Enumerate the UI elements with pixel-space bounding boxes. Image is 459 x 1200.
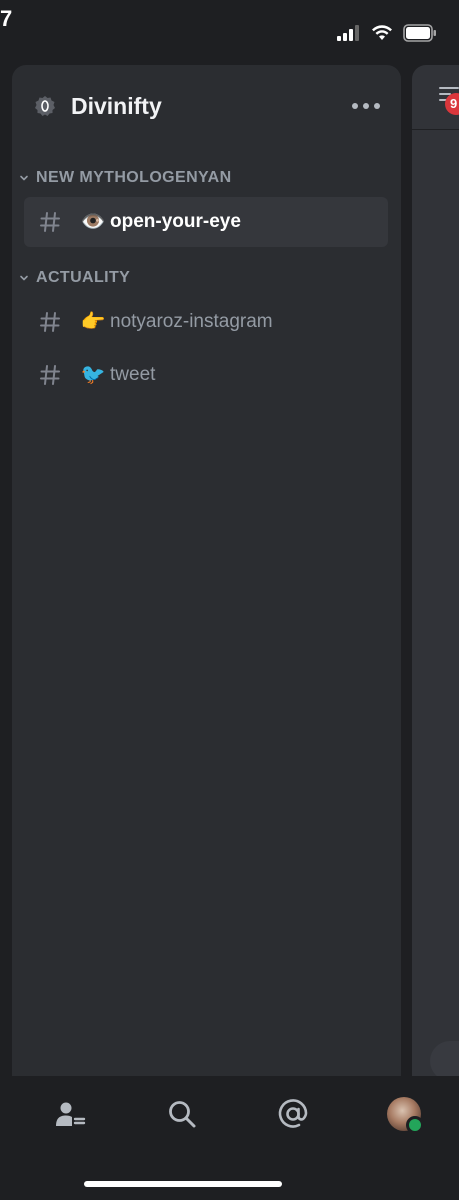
chat-panel-peek[interactable]: 9 <box>412 65 459 1081</box>
channel-notyaroz-instagram[interactable]: 👉 notyaroz-instagram <box>24 297 388 347</box>
text-channel-icon <box>40 212 60 232</box>
notification-badge: 9 <box>445 93 459 115</box>
channel-name: open-your-eye <box>110 211 241 232</box>
eye-emoji-icon: 👁️ <box>80 211 106 233</box>
search-icon <box>169 1101 196 1128</box>
category-label: NEW MYTHOLOGENYAN <box>36 169 232 186</box>
profile-tab[interactable] <box>384 1094 424 1134</box>
cellular-signal-icon <box>337 25 359 41</box>
chevron-down-icon <box>20 175 28 181</box>
chevron-down-icon <box>20 275 28 281</box>
search-tab[interactable] <box>162 1094 202 1134</box>
wifi-icon <box>372 25 392 40</box>
pointing-hand-emoji-icon: 👉 <box>80 311 106 333</box>
bird-emoji-icon: 🐦 <box>80 364 106 386</box>
text-channel-icon <box>40 312 60 332</box>
category-label: ACTUALITY <box>36 269 131 286</box>
battery-icon <box>403 24 436 42</box>
home-indicator[interactable] <box>84 1181 282 1187</box>
channel-tweet[interactable]: 🐦 tweet <box>24 350 388 400</box>
friends-icon <box>56 1102 86 1126</box>
online-status-dot <box>406 1116 424 1134</box>
channel-list-panel: Divinifty NEW MYTHOLOGENYAN 👁️ open-your… <box>12 65 401 1076</box>
mentions-icon <box>278 1099 308 1128</box>
mentions-tab[interactable] <box>273 1094 313 1134</box>
status-bar: 7 <box>0 0 459 62</box>
discord-mobile-screen: 7 Divinifty NEW MYTHOLOGENYAN 👁️ open-yo… <box>0 0 459 1200</box>
channel-name: notyaroz-instagram <box>110 311 273 332</box>
server-header[interactable]: Divinifty <box>12 65 401 149</box>
category-new-mythologenyan[interactable]: NEW MYTHOLOGENYAN <box>18 166 232 190</box>
more-options-icon[interactable] <box>351 99 381 113</box>
channel-name: tweet <box>110 364 156 385</box>
text-channel-icon <box>40 365 60 385</box>
header-divider <box>412 129 459 130</box>
server-icon <box>35 96 55 116</box>
status-icons <box>337 24 437 42</box>
channel-open-your-eye[interactable]: 👁️ open-your-eye <box>24 197 388 247</box>
server-name: Divinifty <box>71 93 162 119</box>
message-input-peek[interactable] <box>430 1041 459 1081</box>
category-actuality[interactable]: ACTUALITY <box>18 266 130 290</box>
profile-avatar <box>387 1097 424 1134</box>
status-time: 7 <box>0 6 13 31</box>
friends-tab[interactable] <box>50 1094 90 1134</box>
